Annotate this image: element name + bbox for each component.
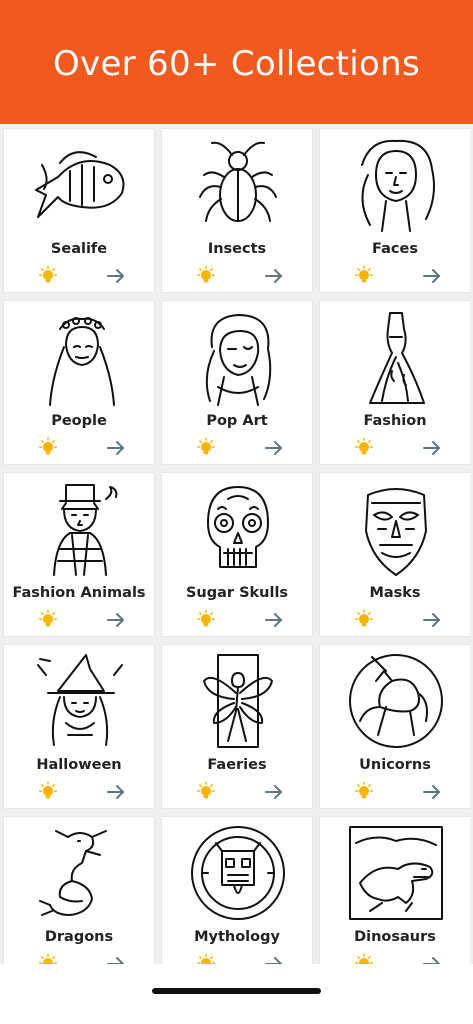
unicorn-illustration[interactable] [346,651,446,751]
collection-title: Faeries [207,757,267,773]
lightbulb-icon[interactable] [37,609,59,631]
fairy-illustration[interactable] [188,651,288,751]
collection-card[interactable]: Mythology [161,816,313,964]
collection-title: Sugar Skulls [185,585,289,601]
home-indicator[interactable] [152,988,321,994]
collection-card[interactable]: Pop Art [161,300,313,465]
cat-illustration[interactable] [30,479,130,579]
arrow-right-icon[interactable] [106,439,126,457]
dress-illustration[interactable] [346,307,446,407]
collection-title: Insects [207,241,267,257]
lightbulb-icon[interactable] [195,781,217,803]
arrow-right-icon[interactable] [106,267,126,285]
aztec-illustration[interactable] [188,823,288,923]
lightbulb-icon[interactable] [353,953,375,964]
collection-title: Mythology [194,929,280,945]
mask-illustration[interactable] [346,479,446,579]
collection-card[interactable]: People [3,300,155,465]
face-illustration[interactable] [346,135,446,235]
header-banner: Over 60+ Collections [0,0,473,124]
arrow-right-icon[interactable] [422,439,442,457]
skull-illustration[interactable] [188,479,288,579]
collection-card[interactable]: Insects [161,128,313,293]
arrow-right-icon[interactable] [264,267,284,285]
collection-title: Unicorns [359,757,431,773]
collection-title: Dragons [44,929,114,945]
fish-illustration[interactable] [30,135,130,235]
arrow-right-icon[interactable] [422,955,442,964]
lightbulb-icon[interactable] [195,437,217,459]
collection-card[interactable]: Faces [319,128,470,293]
arrow-right-icon[interactable] [422,267,442,285]
collection-card[interactable]: Fashion Animals [3,472,155,637]
collection-title: Halloween [36,757,122,773]
lightbulb-icon[interactable] [195,953,217,964]
lightbulb-icon[interactable] [37,781,59,803]
collection-card[interactable]: Sealife [3,128,155,293]
collection-title: Masks [369,585,421,601]
collection-title: Fashion Animals [12,585,146,601]
lightbulb-icon[interactable] [353,781,375,803]
collection-card[interactable]: Dragons [3,816,155,964]
page-title: Over 60+ Collections [52,44,421,84]
lightbulb-icon[interactable] [353,609,375,631]
arrow-right-icon[interactable] [106,783,126,801]
arrow-right-icon[interactable] [106,955,126,964]
collection-title: Sealife [50,241,108,257]
collection-card[interactable]: Dinosaurs [319,816,470,964]
witch-illustration[interactable] [30,651,130,751]
arrow-right-icon[interactable] [264,783,284,801]
collection-card[interactable]: Sugar Skulls [161,472,313,637]
beetle-illustration[interactable] [188,135,288,235]
dragon-illustration[interactable] [30,823,130,923]
arrow-right-icon[interactable] [106,611,126,629]
lightbulb-icon[interactable] [195,265,217,287]
collection-card[interactable]: Unicorns [319,644,470,809]
lightbulb-icon[interactable] [37,953,59,964]
collections-grid: Sealife Insects Faces People Pop Art Fas… [3,128,470,964]
bottom-bar [0,964,473,1024]
person-illustration[interactable] [30,307,130,407]
lightbulb-icon[interactable] [37,437,59,459]
lightbulb-icon[interactable] [195,609,217,631]
arrow-right-icon[interactable] [264,611,284,629]
collection-card[interactable]: Faeries [161,644,313,809]
collection-card[interactable]: Fashion [319,300,470,465]
arrow-right-icon[interactable] [422,783,442,801]
collection-title: People [51,413,107,429]
lightbulb-icon[interactable] [353,437,375,459]
collection-title: Dinosaurs [354,929,436,945]
lightbulb-icon[interactable] [37,265,59,287]
dino-illustration[interactable] [346,823,446,923]
collection-title: Fashion [363,413,427,429]
collection-title: Faces [372,241,418,257]
collection-card[interactable]: Halloween [3,644,155,809]
arrow-right-icon[interactable] [422,611,442,629]
collection-card[interactable]: Masks [319,472,470,637]
collection-title: Pop Art [206,413,268,429]
lightbulb-icon[interactable] [353,265,375,287]
arrow-right-icon[interactable] [264,955,284,964]
arrow-right-icon[interactable] [264,439,284,457]
popart-illustration[interactable] [188,307,288,407]
